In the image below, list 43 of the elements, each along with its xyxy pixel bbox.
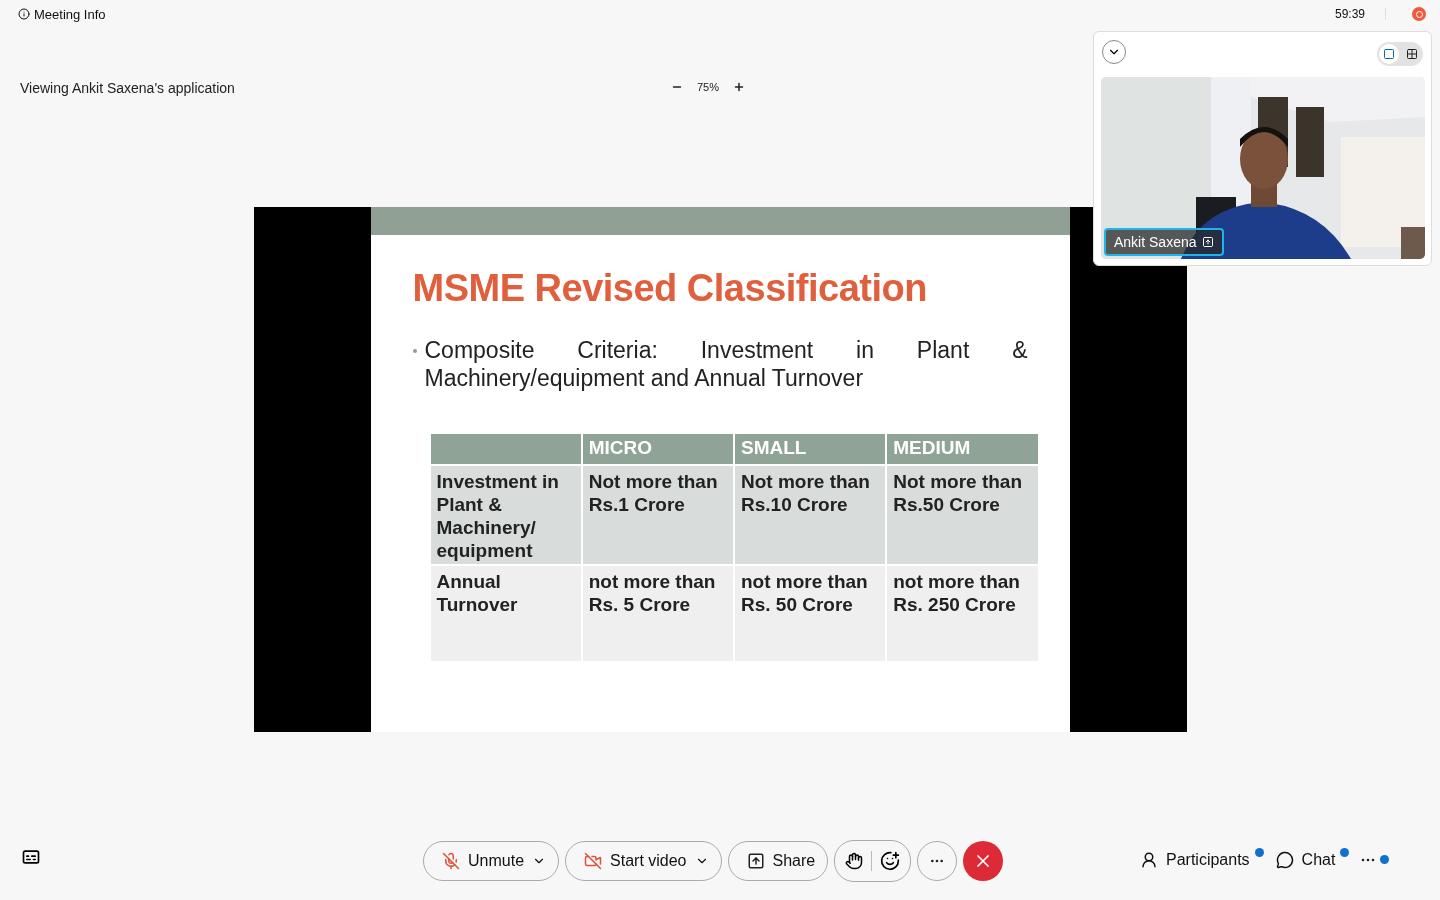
- person-icon: [1140, 851, 1158, 869]
- bullet-dot: [412, 349, 417, 353]
- participant-name-tag: Ankit Saxena: [1104, 228, 1224, 256]
- grid-icon: [1405, 48, 1418, 60]
- table-header: MICRO: [582, 434, 733, 464]
- zoom-level: 75%: [696, 81, 719, 93]
- sharing-icon: [1201, 236, 1214, 248]
- collapse-button[interactable]: [1102, 40, 1126, 64]
- chat-button[interactable]: Chat: [1275, 851, 1336, 869]
- video-off-icon: [584, 852, 603, 870]
- leave-button[interactable]: [963, 841, 1004, 881]
- zoom-in-button[interactable]: [732, 81, 745, 93]
- muted-mic-icon: [442, 852, 460, 870]
- table-cell: Not more than Rs.10 Crore: [735, 466, 886, 564]
- ellipsis-icon: [1361, 858, 1376, 862]
- bullet-text: Composite Criteria: Investment in Plant & Machinery/equipment and Annual Turnover: [424, 336, 1028, 392]
- table-cell: not more than Rs. 5 Crore: [582, 566, 733, 661]
- hand-icon: [845, 852, 864, 870]
- share-screen-icon: [746, 852, 765, 870]
- table-cell: Investment in Plant & Machinery/ equipment: [430, 466, 581, 564]
- plus-icon: [732, 81, 745, 93]
- participants-button[interactable]: Participants: [1140, 851, 1250, 869]
- square-icon: [1382, 48, 1395, 60]
- recording-icon[interactable]: [1412, 7, 1426, 21]
- meeting-timer: 59:39: [1334, 7, 1365, 21]
- table-cell: Not more than Rs.1 Crore: [582, 466, 733, 564]
- table-cell: Annual Turnover: [430, 566, 581, 661]
- sharing-status: Viewing Ankit Saxena's application: [20, 80, 235, 96]
- smiley-plus-icon: [880, 851, 901, 871]
- captions-icon[interactable]: [21, 847, 41, 867]
- single-layout-button[interactable]: [1378, 44, 1399, 64]
- meeting-info-link[interactable]: Meeting Info: [34, 6, 106, 22]
- slide-title: MSME Revised Classification: [412, 267, 928, 310]
- table-cell: Not more than Rs.50 Crore: [887, 466, 1038, 564]
- share-button[interactable]: Share: [727, 841, 829, 881]
- mic-button[interactable]: Unmute: [423, 841, 560, 881]
- table-header: MEDIUM: [887, 434, 1038, 464]
- info-icon[interactable]: [18, 8, 30, 20]
- table-cell: not more than Rs. 250 Crore: [887, 566, 1038, 661]
- video-button[interactable]: Start video: [565, 841, 722, 881]
- table-header: SMALL: [735, 434, 886, 464]
- table-cell: not more than Rs. 50 Crore: [735, 566, 886, 661]
- speech-bubble-icon: [1275, 851, 1294, 869]
